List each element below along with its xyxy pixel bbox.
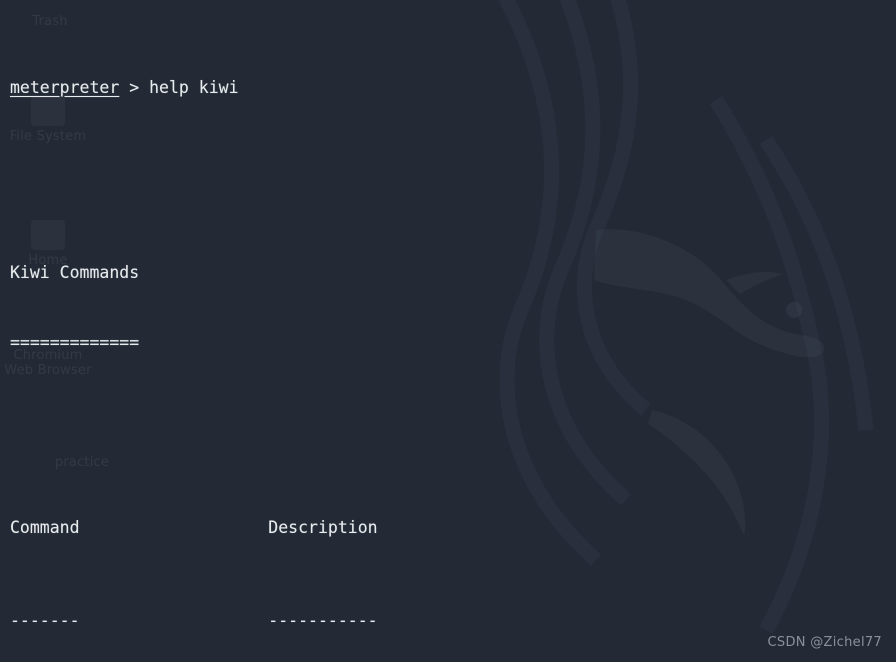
prompt-line: meterpreter > help kiwi — [10, 76, 896, 99]
prompt-symbol: > — [129, 77, 140, 97]
header-gap — [80, 518, 269, 537]
table-header-row: Command Description — [10, 516, 896, 539]
column-header-command: Command — [10, 518, 80, 538]
column-header-description: Description — [268, 518, 378, 538]
prompt-username: meterpreter — [10, 77, 120, 97]
csdn-watermark: CSDN @Zichel77 — [767, 635, 882, 650]
table-rule-row: ------- ----------- — [10, 609, 896, 632]
section-title: Kiwi Commands — [10, 263, 140, 283]
terminal-output[interactable]: meterpreter > help kiwi Kiwi Commands ==… — [0, 0, 896, 662]
command-input[interactable]: help kiwi — [149, 78, 238, 97]
rule-gap — [80, 611, 269, 630]
prompt-separator — [119, 78, 129, 97]
column-rule-description: ----------- — [268, 611, 378, 631]
column-rule-command: ------- — [10, 611, 80, 631]
section-rule: ============= — [10, 332, 140, 352]
terminal-window[interactable]: Trash File System Home Chromium Web Brow… — [0, 0, 896, 662]
